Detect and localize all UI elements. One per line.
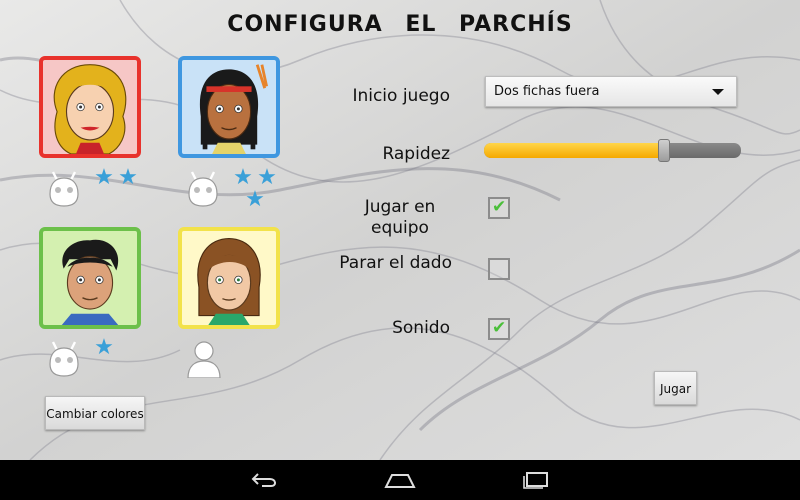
change-colors-button[interactable]: Cambiar colores bbox=[45, 396, 145, 430]
play-button[interactable]: Jugar bbox=[654, 371, 697, 405]
player-avatar-4[interactable] bbox=[178, 227, 280, 329]
robot-icon[interactable] bbox=[45, 338, 83, 378]
check-icon: ✔ bbox=[492, 318, 507, 338]
star-icon: ★ bbox=[233, 165, 253, 190]
system-nav-bar bbox=[0, 460, 800, 500]
man-curly-portrait bbox=[61, 239, 119, 325]
stop-dice-checkbox[interactable]: ✔ bbox=[488, 258, 510, 280]
robot-icon[interactable] bbox=[184, 168, 222, 208]
speed-slider-track[interactable] bbox=[484, 143, 741, 158]
team-play-label: Jugar en equipo bbox=[345, 197, 455, 239]
star-icon: ★ bbox=[94, 165, 114, 190]
stars-player-2: ★ ★★ bbox=[231, 167, 281, 211]
player-avatar-3[interactable] bbox=[39, 227, 141, 329]
speed-slider-fill bbox=[484, 143, 664, 158]
home-icon[interactable] bbox=[384, 470, 416, 490]
page-title: CONFIGURA EL PARCHÍS bbox=[227, 12, 573, 37]
stop-dice-label: Parar el dado bbox=[339, 253, 452, 273]
robot-icon[interactable] bbox=[45, 168, 83, 208]
team-play-checkbox[interactable]: ✔ bbox=[488, 197, 510, 219]
app-screen: CONFIGURA EL PARCHÍS ★ ★ ★ ★★ ★ Cambiar … bbox=[0, 0, 800, 460]
sound-checkbox[interactable]: ✔ bbox=[488, 318, 510, 340]
stars-player-3: ★ bbox=[92, 337, 116, 359]
speed-slider-thumb[interactable] bbox=[657, 139, 670, 162]
star-icon: ★ bbox=[118, 165, 138, 190]
woman-brown-hair-portrait bbox=[197, 237, 261, 325]
recents-icon[interactable] bbox=[520, 470, 552, 490]
start-game-select[interactable]: Dos fichas fuera bbox=[485, 76, 737, 107]
star-icon: ★ bbox=[94, 335, 114, 360]
sound-label: Sonido bbox=[392, 318, 450, 338]
woman-blonde-portrait bbox=[53, 64, 127, 154]
person-icon[interactable] bbox=[185, 338, 223, 378]
star-icon: ★ bbox=[257, 165, 277, 190]
speed-label: Rapidez bbox=[382, 144, 450, 164]
back-icon[interactable] bbox=[250, 470, 280, 490]
player-avatar-1[interactable] bbox=[39, 56, 141, 158]
stars-player-1: ★ ★ bbox=[92, 167, 140, 189]
start-game-value: Dos fichas fuera bbox=[494, 84, 600, 99]
team-play-label-line-2: equipo bbox=[371, 218, 429, 238]
team-play-label-line-1: Jugar en bbox=[364, 197, 436, 217]
dropdown-arrow-icon bbox=[712, 89, 724, 95]
start-game-label: Inicio juego bbox=[352, 86, 450, 106]
check-icon: ✔ bbox=[492, 197, 507, 217]
star-icon: ★ bbox=[245, 187, 265, 212]
player-avatar-2[interactable] bbox=[178, 56, 280, 158]
native-man-portrait bbox=[199, 64, 268, 154]
